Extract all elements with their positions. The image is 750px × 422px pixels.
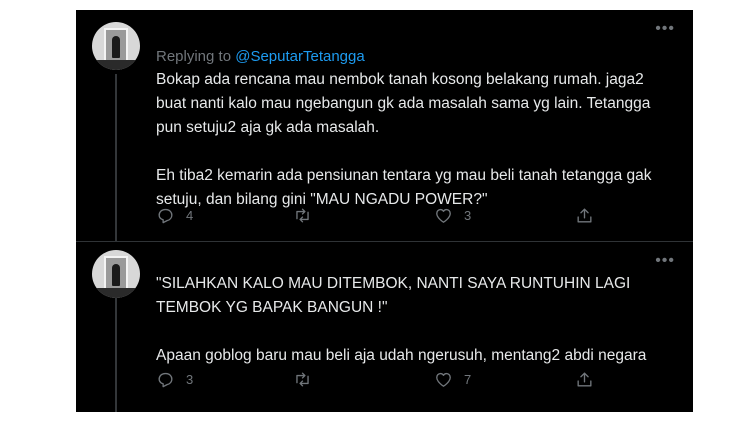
share-button[interactable] [575,370,594,389]
tweet-text: "SILAHKAN KALO MAU DITEMBOK, NANTI SAYA … [156,275,647,364]
replying-to: Replying to @SeputarTetangga [156,48,365,65]
avatar-floor [92,288,140,298]
reply-count: 4 [186,208,194,223]
share-button[interactable] [575,206,594,225]
tweet-actions: 3 7 [156,370,676,390]
retweet-icon [296,208,309,223]
avatar-figure [112,264,120,286]
retweet-button[interactable] [293,370,323,389]
reply-button[interactable]: 4 [156,206,193,225]
share-icon [577,372,592,387]
heart-icon [436,372,451,387]
tweet-text: Bokap ada rencana mau nembok tanah koson… [156,71,652,208]
tweet-actions: 4 3 [156,206,676,226]
replying-label: Replying to [156,48,236,65]
like-count: 7 [464,372,472,387]
share-icon [577,208,592,223]
avatar-figure [112,36,120,58]
heart-icon [436,208,451,223]
like-button[interactable]: 7 [434,370,471,389]
more-icon[interactable]: ••• [655,253,675,269]
tweet-1[interactable]: ••• Replying to @SeputarTetangga Bokap a… [76,10,693,241]
tweet-thread: ••• Replying to @SeputarTetangga Bokap a… [76,10,693,412]
retweet-icon [296,372,309,387]
thread-line [115,74,117,241]
reply-icon [158,372,173,388]
like-count: 3 [464,208,472,223]
reply-icon [158,208,173,224]
reply-count: 3 [186,372,194,387]
avatar[interactable] [92,22,140,70]
like-button[interactable]: 3 [434,206,471,225]
reply-button[interactable]: 3 [156,370,193,389]
avatar-floor [92,60,140,70]
tweet-2[interactable]: ••• "SILAHKAN KALO MAU DITEMBOK, NANTI S… [76,242,693,412]
retweet-button[interactable] [293,206,323,225]
replying-handle-link[interactable]: @SeputarTetangga [235,48,365,65]
more-icon[interactable]: ••• [655,21,675,37]
avatar[interactable] [92,250,140,298]
thread-line [115,298,117,412]
